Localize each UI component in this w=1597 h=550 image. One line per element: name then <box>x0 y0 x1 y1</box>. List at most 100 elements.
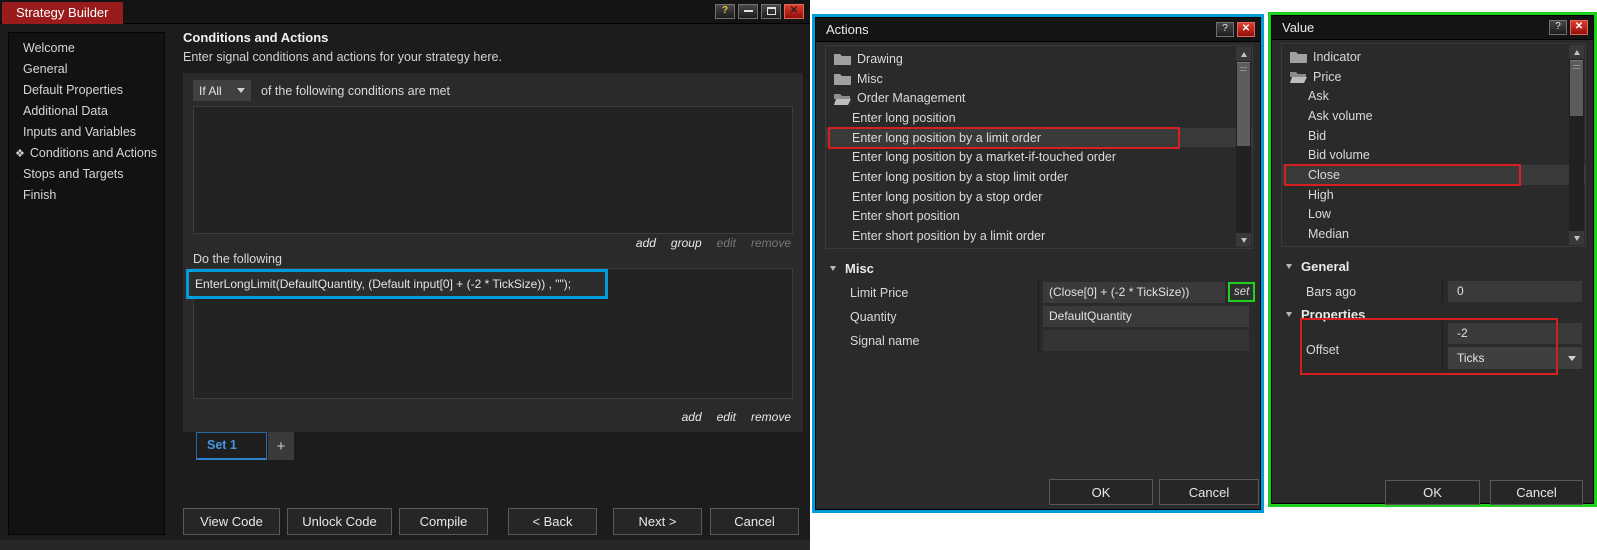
tree-item-ask-volume[interactable]: Ask volume <box>1282 106 1585 126</box>
offset-label: Offset <box>1306 343 1340 357</box>
titlebar[interactable]: Strategy Builder ? ✕ <box>0 0 810 24</box>
scroll-up-icon[interactable] <box>1569 45 1584 59</box>
tree-item-enter-short[interactable]: Enter short position <box>826 207 1252 227</box>
bars-ago-label: Bars ago <box>1306 285 1357 299</box>
signal-name-field[interactable] <box>1043 330 1249 351</box>
tree-item-enter-long-stop[interactable]: Enter long position by a stop order <box>826 187 1252 207</box>
do-following-label: Do the following <box>193 252 282 266</box>
back-button[interactable]: < Back <box>508 508 597 535</box>
folder-open-icon <box>834 92 851 105</box>
ok-button[interactable]: OK <box>1049 479 1153 505</box>
page-subtitle: Enter signal conditions and actions for … <box>183 50 502 64</box>
add-action-link[interactable]: add <box>682 410 702 424</box>
sidebar-item-default-properties[interactable]: Default Properties <box>9 80 164 101</box>
offset-value-field[interactable]: -2 <box>1448 323 1582 344</box>
actions-list[interactable] <box>193 268 793 399</box>
tab-set-1[interactable]: Set 1 <box>196 432 267 460</box>
tree-item-enter-long-stop-limit[interactable]: Enter long position by a stop limit orde… <box>826 167 1252 187</box>
dialog-titlebar[interactable]: Value ? ✕ <box>1272 16 1593 40</box>
dialog-actions: Actions ? ✕ Drawing Misc Order Managemen… <box>815 17 1261 510</box>
edit-condition-link[interactable]: edit <box>717 236 736 250</box>
cancel-button[interactable]: Cancel <box>710 508 799 535</box>
tree-item-label: Enter long position <box>852 110 956 125</box>
group-label: General <box>1301 259 1350 274</box>
remove-condition-link[interactable]: remove <box>751 236 791 250</box>
tree-item-enter-long-limit[interactable]: Enter long position by a limit order <box>826 127 1252 148</box>
group-header-properties[interactable]: Properties <box>1286 307 1365 322</box>
maximize-icon[interactable] <box>761 4 781 19</box>
scroll-down-icon[interactable] <box>1236 233 1251 247</box>
set-button[interactable]: set <box>1228 282 1256 302</box>
close-icon[interactable]: ✕ <box>1237 22 1255 37</box>
next-button[interactable]: Next > <box>613 508 702 535</box>
minimize-icon[interactable] <box>738 4 758 19</box>
tree-item-close[interactable]: Close <box>1282 165 1585 185</box>
sidebar-item-general[interactable]: General <box>9 59 164 80</box>
tree-item-high[interactable]: High <box>1282 185 1585 205</box>
sidebar-item-inputs-variables[interactable]: Inputs and Variables <box>9 122 164 143</box>
sidebar-item-conditions-actions[interactable]: ❖ Conditions and Actions <box>9 143 164 164</box>
quantity-field[interactable]: DefaultQuantity <box>1043 306 1249 327</box>
scrollbar[interactable] <box>1236 47 1251 247</box>
dialog-titlebar[interactable]: Actions ? ✕ <box>816 18 1260 42</box>
actions-links: add edit remove <box>682 410 791 424</box>
group-header-misc[interactable]: Misc <box>830 261 874 276</box>
help-icon[interactable]: ? <box>1216 22 1234 37</box>
tree-item-ask[interactable]: Ask <box>1282 86 1585 106</box>
close-icon[interactable]: ✕ <box>1570 20 1588 35</box>
edit-action-link[interactable]: edit <box>717 410 736 424</box>
help-icon[interactable]: ? <box>1549 20 1567 35</box>
add-set-tab-button[interactable]: + <box>268 432 294 460</box>
conditions-list[interactable] <box>193 106 793 234</box>
tree-item-label: Misc <box>857 71 883 86</box>
tree-item-order-management[interactable]: Order Management <box>826 88 1252 108</box>
limit-price-field[interactable]: (Close[0] + (-2 * TickSize)) <box>1043 282 1225 303</box>
bars-ago-field[interactable]: 0 <box>1448 281 1582 302</box>
tree-item-drawing[interactable]: Drawing <box>826 49 1252 69</box>
close-icon[interactable]: ✕ <box>784 4 804 19</box>
window-strategy-builder: Strategy Builder ? ✕ Welcome General Def… <box>0 0 810 550</box>
remove-action-link[interactable]: remove <box>751 410 791 424</box>
group-header-general[interactable]: General <box>1286 259 1349 274</box>
tree-item-price[interactable]: Price <box>1282 67 1585 87</box>
property-divider <box>1038 279 1039 354</box>
tree-item-enter-long-mit[interactable]: Enter long position by a market-if-touch… <box>826 147 1252 167</box>
scrollbar[interactable] <box>1569 45 1584 245</box>
condition-suffix-text: of the following conditions are met <box>261 84 450 98</box>
tree-item-indicator[interactable]: Indicator <box>1282 47 1585 67</box>
ok-button[interactable]: OK <box>1385 480 1480 505</box>
tree-item-low[interactable]: Low <box>1282 205 1585 225</box>
unlock-code-button[interactable]: Unlock Code <box>287 508 392 535</box>
tree-item-bid-volume[interactable]: Bid volume <box>1282 145 1585 165</box>
dialog-title: Actions <box>826 22 869 37</box>
compile-button[interactable]: Compile <box>399 508 488 535</box>
cancel-button[interactable]: Cancel <box>1490 480 1583 505</box>
offset-unit-value: Ticks <box>1457 351 1485 365</box>
sidebar-item-stops-targets[interactable]: Stops and Targets <box>9 164 164 185</box>
condition-mode-dropdown[interactable]: If All <box>193 80 251 101</box>
sidebar-item-finish[interactable]: Finish <box>9 185 164 206</box>
tree-item-misc[interactable]: Misc <box>826 69 1252 89</box>
scroll-down-icon[interactable] <box>1569 231 1584 245</box>
dialog-value: Value ? ✕ Indicator Price Ask Ask volume… <box>1271 15 1594 505</box>
tree-item-label: Ask volume <box>1308 108 1373 123</box>
scrollbar-thumb[interactable] <box>1570 60 1583 116</box>
scroll-up-icon[interactable] <box>1236 47 1251 61</box>
tree-item-bid[interactable]: Bid <box>1282 126 1585 146</box>
view-code-button[interactable]: View Code <box>183 508 280 535</box>
add-condition-link[interactable]: add <box>636 236 656 250</box>
tree-item-enter-short-limit[interactable]: Enter short position by a limit order <box>826 226 1252 246</box>
folder-icon <box>1290 50 1307 64</box>
group-condition-link[interactable]: group <box>671 236 702 250</box>
tree-item-enter-long[interactable]: Enter long position <box>826 108 1252 128</box>
collapse-triangle-icon <box>1286 264 1292 269</box>
offset-unit-dropdown[interactable]: Ticks <box>1448 347 1582 369</box>
help-icon[interactable]: ? <box>715 4 735 19</box>
tree-item-label: Enter long position by a market-if-touch… <box>852 150 1117 165</box>
scrollbar-thumb[interactable] <box>1237 62 1250 146</box>
tree-item-median[interactable]: Median <box>1282 224 1585 244</box>
cancel-button[interactable]: Cancel <box>1159 479 1259 505</box>
sidebar-item-additional-data[interactable]: Additional Data <box>9 101 164 122</box>
sidebar-item-welcome[interactable]: Welcome <box>9 38 164 59</box>
dialog-title: Value <box>1282 20 1315 35</box>
